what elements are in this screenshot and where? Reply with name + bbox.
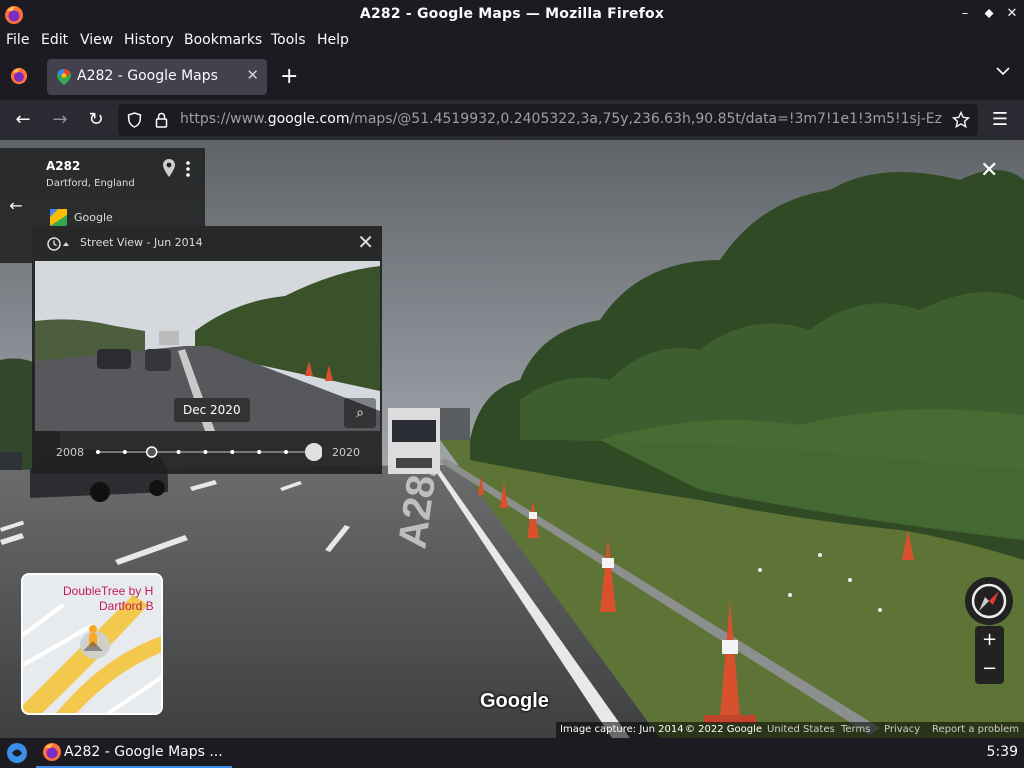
close-street-view-button[interactable]: ✕ bbox=[980, 158, 998, 183]
forward-button[interactable]: → bbox=[48, 108, 72, 132]
start-menu-icon[interactable] bbox=[6, 742, 28, 764]
url-domain: google.com bbox=[267, 111, 350, 127]
new-tab-button[interactable]: + bbox=[280, 64, 298, 89]
report-problem-link[interactable]: Report a problem bbox=[932, 724, 1019, 735]
map-footer: Image capture: Jun 2014 © 2022 Google Un… bbox=[556, 722, 1024, 738]
url-prefix: https://www. bbox=[180, 111, 268, 127]
menu-view[interactable]: View bbox=[80, 32, 113, 48]
chevron-down-icon[interactable] bbox=[996, 66, 1010, 76]
menu-help[interactable]: Help bbox=[317, 32, 349, 48]
app-menu-button[interactable]: ☰ bbox=[988, 108, 1012, 132]
place-info-card: A282 Dartford, England Google bbox=[32, 148, 205, 226]
bookmark-star-icon[interactable] bbox=[952, 111, 970, 129]
url-path: /maps/@51.4519932,0.2405322,3a,75y,236.6… bbox=[349, 111, 942, 127]
url-text[interactable]: https://www.google.com/maps/@51.4519932,… bbox=[180, 111, 942, 127]
mini-map-canvas[interactable]: DoubleTree by H Dartford B bbox=[23, 575, 163, 715]
time-travel-close-button[interactable]: ✕ bbox=[357, 230, 374, 254]
tab-bar: A282 - Google Maps ✕ bbox=[0, 52, 1024, 100]
menu-bookmarks[interactable]: Bookmarks bbox=[184, 32, 262, 48]
zoom-in-button[interactable]: + bbox=[975, 626, 1004, 655]
window-titlebar: A282 - Google Maps — Mozilla Firefox – ⬥… bbox=[0, 0, 1024, 30]
menu-tools[interactable]: Tools bbox=[271, 32, 306, 48]
menu-history[interactable]: History bbox=[124, 32, 174, 48]
time-travel-panel: Street View - Jun 2014 ✕ Dec 2020 ⌕ 2008… bbox=[32, 226, 382, 474]
timeline-point[interactable] bbox=[257, 450, 262, 454]
mini-map[interactable]: DoubleTree by H Dartford B bbox=[21, 573, 163, 715]
timeline-point[interactable] bbox=[122, 450, 127, 454]
google-maps-logo-icon bbox=[50, 209, 67, 226]
time-travel-header: Street View - Jun 2014 bbox=[80, 236, 203, 249]
compass-icon[interactable] bbox=[965, 577, 1013, 625]
google-maps-pin-icon bbox=[57, 69, 71, 85]
tab-label: A282 - Google Maps bbox=[77, 68, 218, 84]
menu-bar: File Edit View History Bookmarks Tools H… bbox=[0, 30, 1024, 52]
navigation-toolbar: ← → ↻ https://www.google.com/maps/@51.45… bbox=[0, 100, 1024, 140]
timeline-selected-knob[interactable] bbox=[305, 443, 322, 461]
lock-icon[interactable] bbox=[155, 112, 168, 128]
timeline-point[interactable] bbox=[145, 446, 158, 458]
reload-button[interactable]: ↻ bbox=[84, 108, 108, 132]
region-link[interactable]: United States bbox=[767, 724, 835, 735]
shield-icon[interactable] bbox=[127, 112, 142, 128]
history-clock-icon[interactable] bbox=[46, 236, 70, 252]
menu-file[interactable]: File bbox=[6, 32, 29, 48]
timeline-end-year: 2020 bbox=[332, 446, 360, 459]
copyright-text: © 2022 Google bbox=[685, 724, 763, 735]
tab-google-maps[interactable]: A282 - Google Maps ✕ bbox=[47, 59, 267, 95]
taskbar-firefox-window[interactable]: A282 - Google Maps ... bbox=[36, 738, 232, 768]
zoom-out-button[interactable]: − bbox=[975, 655, 1004, 684]
taskbar: A282 - Google Maps ... 5:39 bbox=[0, 738, 1024, 768]
back-to-map-button[interactable]: ← bbox=[0, 148, 32, 263]
timeline-point[interactable] bbox=[284, 450, 288, 454]
url-bar[interactable]: https://www.google.com/maps/@51.4519932,… bbox=[118, 104, 978, 136]
timeline-start-year: 2008 bbox=[56, 446, 84, 459]
privacy-link[interactable]: Privacy bbox=[884, 724, 920, 735]
back-button[interactable]: ← bbox=[11, 108, 35, 132]
window-title: A282 - Google Maps — Mozilla Firefox bbox=[359, 6, 665, 22]
minimize-button[interactable]: – bbox=[956, 4, 974, 24]
date-tooltip: Dec 2020 bbox=[174, 398, 250, 422]
tab-close-button[interactable]: ✕ bbox=[246, 66, 259, 84]
zoom-controls: + − bbox=[975, 626, 1004, 684]
maximize-button[interactable]: ⬥ bbox=[980, 4, 998, 24]
mini-map-label-2: Dartford B bbox=[99, 599, 154, 613]
taskbar-clock[interactable]: 5:39 bbox=[987, 744, 1018, 760]
timeline-point[interactable] bbox=[203, 450, 208, 454]
google-watermark: Google bbox=[480, 690, 549, 712]
menu-edit[interactable]: Edit bbox=[41, 32, 68, 48]
provider-label: Google bbox=[74, 211, 113, 224]
more-options-icon[interactable] bbox=[184, 160, 192, 178]
timeline-slider[interactable] bbox=[92, 440, 322, 464]
firefox-taskbar-icon bbox=[43, 743, 61, 761]
mini-map-label-1: DoubleTree by H bbox=[63, 584, 153, 598]
taskbar-window-label: A282 - Google Maps ... bbox=[64, 744, 223, 760]
firefox-view-icon[interactable] bbox=[10, 67, 28, 85]
image-capture-date: Image capture: Jun 2014 bbox=[560, 724, 684, 735]
zoom-preview-icon[interactable]: ⌕ bbox=[344, 398, 376, 428]
street-view-page[interactable]: A282 ← A282 Dartford, England Google Str… bbox=[0, 140, 1024, 738]
location-pin-icon[interactable] bbox=[162, 158, 176, 178]
terms-link[interactable]: Terms bbox=[841, 724, 870, 735]
timeline-point[interactable] bbox=[230, 450, 235, 454]
close-window-button[interactable]: ✕ bbox=[1003, 4, 1021, 24]
timeline-point[interactable] bbox=[96, 450, 100, 454]
place-name: A282 bbox=[46, 159, 81, 173]
place-location: Dartford, England bbox=[46, 178, 135, 189]
timeline-point[interactable] bbox=[176, 450, 181, 454]
